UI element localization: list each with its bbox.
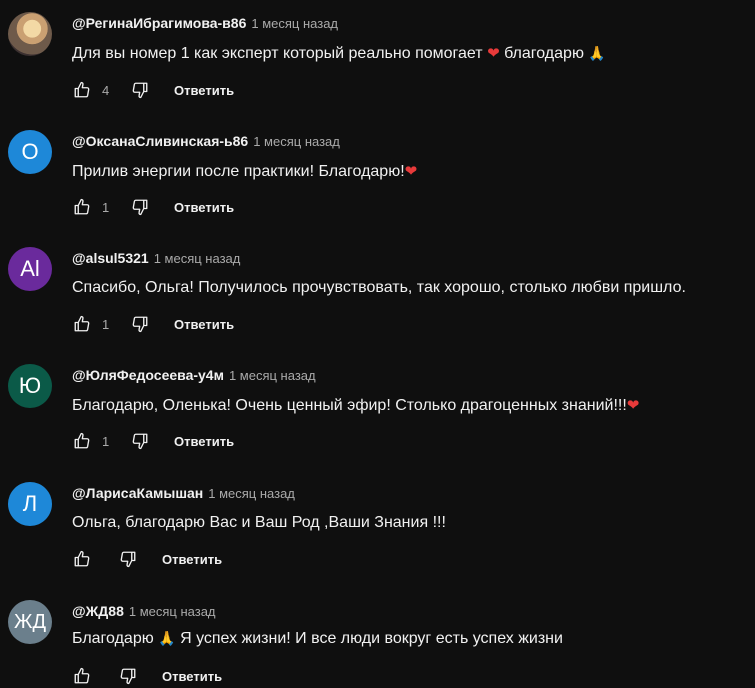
praying-hands-emoji-icon: 🙏 <box>158 631 176 647</box>
comment-actions: 1 Ответить <box>72 312 234 336</box>
comment-actions: 1 Ответить <box>72 429 234 453</box>
comment-text: Ольга, благодарю Вас и Ваш Род ,Ваши Зна… <box>72 514 446 531</box>
avatar-letter: Л <box>22 491 38 516</box>
comment-header: @ОксанаСливинская-ь86 1 месяц назад <box>72 132 340 151</box>
comment-time[interactable]: 1 месяц назад <box>129 604 216 619</box>
comment-text: Спасибо, Ольга! Получилось прочувствоват… <box>72 279 686 296</box>
thumb-down-icon[interactable] <box>130 80 150 100</box>
thumb-down-icon[interactable] <box>130 314 150 334</box>
heart-emoji-icon: ❤ <box>487 44 500 62</box>
avatar[interactable] <box>8 12 52 56</box>
avatar[interactable]: Л <box>8 482 52 526</box>
comment-text-part: благодарю <box>504 45 584 62</box>
comment-actions: Ответить <box>72 664 222 688</box>
heart-emoji-icon: ❤ <box>404 162 418 180</box>
author-name[interactable]: @alsul5321 <box>72 250 149 266</box>
avatar-letter: ЖД <box>13 610 46 633</box>
thumb-down-icon[interactable] <box>118 549 138 569</box>
comment-text: Для вы номер 1 как эксперт который реаль… <box>72 42 606 65</box>
like-count: 4 <box>102 82 110 98</box>
thumb-down-icon[interactable] <box>118 666 138 686</box>
thumb-up-icon[interactable] <box>72 80 92 100</box>
comment-text: Благодарю, Оленька! Очень ценный эфир! С… <box>72 394 639 417</box>
avatar-letter: Ю <box>18 373 42 398</box>
comment-text-part: Благодарю <box>72 630 154 647</box>
praying-hands-emoji-icon: 🙏 <box>588 46 606 62</box>
comment-actions: 4 Ответить <box>72 78 234 102</box>
author-name[interactable]: @РегинаИбрагимова-в86 <box>72 15 246 31</box>
reply-button[interactable]: Ответить <box>174 200 234 215</box>
comment-text-part: Я успех жизни! И все люди вокруг есть ус… <box>180 630 563 647</box>
thumb-up-icon[interactable] <box>72 549 92 569</box>
thumb-down-icon[interactable] <box>130 431 150 451</box>
reply-button[interactable]: Ответить <box>162 552 222 567</box>
avatar[interactable]: Ю <box>8 364 52 408</box>
comment-header: @РегинаИбрагимова-в86 1 месяц назад <box>72 14 338 33</box>
comment-time[interactable]: 1 месяц назад <box>251 16 338 31</box>
heart-emoji-icon: ❤ <box>626 396 640 414</box>
thumb-up-icon[interactable] <box>72 431 92 451</box>
comment-text-part: Для вы номер 1 как эксперт который реаль… <box>72 45 483 62</box>
comment-time[interactable]: 1 месяц назад <box>253 134 340 149</box>
author-name[interactable]: @ЮляФедосеева-у4м <box>72 367 224 383</box>
comment-header: @ЛарисаКамышан 1 месяц назад <box>72 484 295 503</box>
avatar[interactable]: О <box>8 130 52 174</box>
avatar-letter: О <box>21 139 39 164</box>
comment-text: Прилив энергии после практики! Благодарю… <box>72 160 417 183</box>
avatar-letter: Al <box>20 256 40 281</box>
comment-text-part: Прилив энергии после практики! Благодарю… <box>72 163 405 180</box>
comment-actions: 1 Ответить <box>72 195 234 219</box>
thumb-up-icon[interactable] <box>72 197 92 217</box>
comment-header: @alsul5321 1 месяц назад <box>72 249 240 268</box>
thumb-up-icon[interactable] <box>72 666 92 686</box>
reply-button[interactable]: Ответить <box>174 317 234 332</box>
reply-button[interactable]: Ответить <box>162 669 222 684</box>
author-name[interactable]: @ЖД88 <box>72 603 124 619</box>
author-name[interactable]: @ОксанаСливинская-ь86 <box>72 133 248 149</box>
comment-time[interactable]: 1 месяц назад <box>208 486 295 501</box>
like-count: 1 <box>102 433 110 449</box>
thumb-up-icon[interactable] <box>72 314 92 334</box>
comment-header: @ЮляФедосеева-у4м 1 месяц назад <box>72 366 316 385</box>
comment-text-part: Благодарю, Оленька! Очень ценный эфир! С… <box>72 397 627 414</box>
avatar[interactable]: Al <box>8 247 52 291</box>
comment-text: Благодарю 🙏 Я успех жизни! И все люди во… <box>72 628 563 650</box>
comment-actions: Ответить <box>72 547 222 571</box>
comment-time[interactable]: 1 месяц назад <box>154 251 241 266</box>
like-count: 1 <box>102 199 110 215</box>
reply-button[interactable]: Ответить <box>174 434 234 449</box>
like-count: 1 <box>102 316 110 332</box>
comment-time[interactable]: 1 месяц назад <box>229 368 316 383</box>
comment-header: @ЖД88 1 месяц назад <box>72 602 216 621</box>
reply-button[interactable]: Ответить <box>174 83 234 98</box>
avatar[interactable]: ЖД <box>8 600 52 644</box>
author-name[interactable]: @ЛарисаКамышан <box>72 485 203 501</box>
thumb-down-icon[interactable] <box>130 197 150 217</box>
